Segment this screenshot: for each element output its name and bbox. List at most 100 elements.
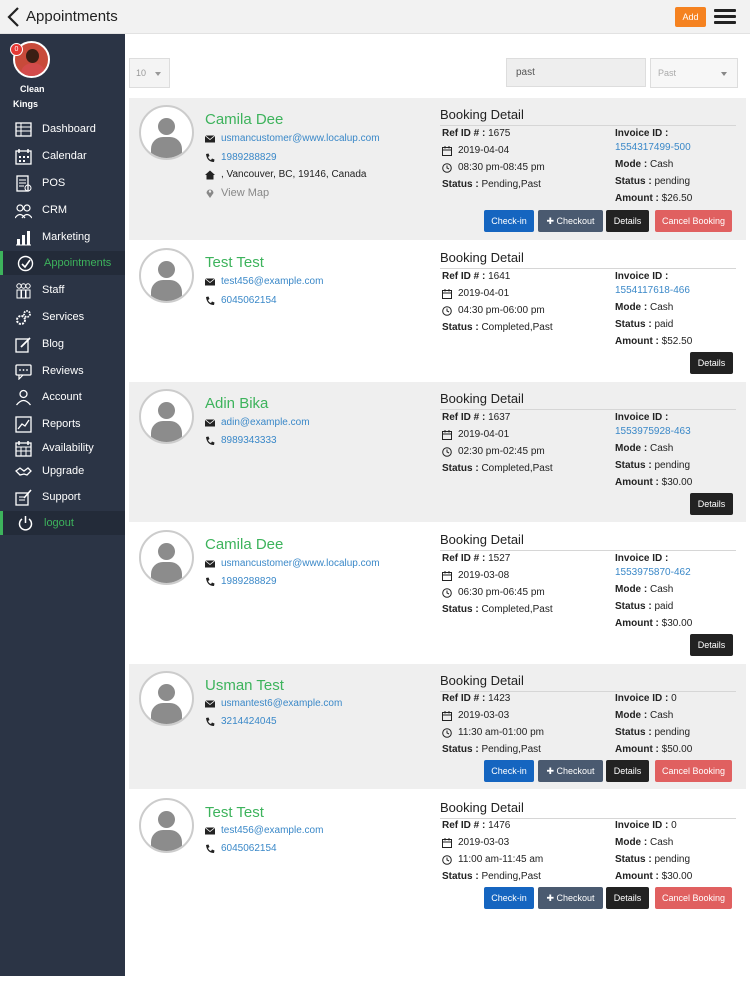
booking-detail-title: Booking Detail [440, 532, 524, 547]
status-row: Status : Pending,Past [442, 179, 541, 190]
pay-status-value: pending [654, 460, 691, 471]
sidebar-item-staff[interactable]: Staff [0, 278, 125, 302]
details-button[interactable]: Details [690, 352, 733, 374]
map-marker-icon [205, 188, 215, 198]
invoice-id-link[interactable]: 1554117618-466 [615, 285, 690, 296]
invoice-label-text: Invoice ID : [615, 128, 669, 139]
sidebar-item-calendar[interactable]: Calendar [0, 144, 125, 168]
customer-name[interactable]: Usman Test [205, 677, 284, 694]
checkout-button[interactable]: ✚ Checkout [538, 760, 603, 782]
customer-phone[interactable]: 1989288829 [221, 576, 277, 587]
customer-email[interactable]: test456@example.com [221, 825, 323, 836]
hamburger-menu-icon[interactable] [714, 9, 736, 24]
divider [440, 125, 736, 126]
amount-label: Amount : [615, 744, 659, 755]
sidebar-item-availability[interactable]: Availability [0, 436, 125, 460]
calendar-icon [442, 288, 452, 299]
invoice-label: Invoice ID : [615, 412, 668, 423]
date-row: 2019-03-03 [442, 710, 509, 721]
add-button[interactable]: Add [675, 7, 706, 27]
sidebar-item-support[interactable]: Support [0, 485, 125, 509]
status-label: Status : [442, 179, 479, 190]
invoice-id: Invoice ID : 0 [615, 820, 677, 831]
back-icon[interactable] [6, 6, 22, 28]
cancel-booking-button[interactable]: Cancel Booking [655, 760, 732, 782]
invoice-id-value: 0 [671, 820, 677, 831]
checkout-label: Checkout [556, 216, 595, 226]
customer-phone[interactable]: 6045062154 [221, 843, 277, 854]
phone-icon [205, 717, 215, 727]
sidebar-item-account[interactable]: Account [0, 385, 125, 409]
plus-icon: ✚ [546, 892, 557, 903]
details-button[interactable]: Details [690, 493, 733, 515]
customer-email[interactable]: adin@example.com [221, 417, 310, 428]
customer-address: , Vancouver, BC, 19146, Canada [221, 169, 367, 180]
sidebar-item-dashboard[interactable]: Dashboard [0, 117, 125, 141]
sidebar-item-reports[interactable]: Reports [0, 412, 125, 436]
check-in-button[interactable]: Check-in [484, 210, 534, 232]
sidebar-item-pos[interactable]: POS [0, 171, 125, 195]
details-button[interactable]: Details [690, 634, 733, 656]
customer-avatar [139, 798, 194, 853]
sidebar-item-crm[interactable]: CRM [0, 198, 125, 222]
sidebar-item-appointments[interactable]: Appointments [0, 251, 125, 275]
blog-icon [14, 335, 32, 353]
check-in-button[interactable]: Check-in [484, 760, 534, 782]
time-row: 11:30 am-01:00 pm [442, 727, 544, 738]
customer-name[interactable]: Camila Dee [205, 111, 283, 128]
customer-email[interactable]: usmantest6@example.com [221, 698, 342, 709]
customer-name[interactable]: Test Test [205, 254, 264, 271]
customer-email[interactable]: usmancustomer@www.localup.com [221, 558, 380, 569]
invoice-id-link[interactable]: 1553975870-462 [615, 567, 691, 578]
payment-status: Status : pending [615, 176, 690, 187]
divider [440, 818, 736, 819]
chevron-down-icon [721, 72, 727, 76]
payment-mode: Mode : Cash [615, 302, 673, 313]
details-button[interactable]: Details [606, 887, 649, 909]
sidebar-item-label: Upgrade [42, 465, 85, 477]
sidebar-item-label: Dashboard [42, 123, 96, 135]
page-size-select[interactable]: 10 [129, 58, 170, 88]
invoice-id-link[interactable]: 1554317499-500 [615, 142, 691, 153]
sidebar-item-marketing[interactable]: Marketing [0, 225, 125, 249]
payment-amount: Amount : $30.00 [615, 477, 692, 488]
invoice-label: Invoice ID : [615, 271, 668, 282]
status-row: Status : Completed,Past [442, 463, 553, 474]
chevron-down-icon [155, 72, 161, 76]
invoice-id-link[interactable]: 1553975928-463 [615, 426, 691, 437]
sidebar-item-blog[interactable]: Blog [0, 332, 125, 356]
check-circle-icon [16, 254, 34, 272]
invoice-id: Invoice ID : 0 [615, 693, 677, 704]
cancel-booking-button[interactable]: Cancel Booking [655, 210, 732, 232]
status-filter-select[interactable]: Past [650, 58, 738, 88]
checkout-button[interactable]: ✚ Checkout [538, 887, 603, 909]
sidebar-item-label: CRM [42, 204, 68, 216]
customer-name[interactable]: Test Test [205, 804, 264, 821]
check-in-button[interactable]: Check-in [484, 887, 534, 909]
customer-phone[interactable]: 1989288829 [221, 152, 277, 163]
customer-name[interactable]: Adin Bika [205, 395, 268, 412]
customer-email[interactable]: test456@example.com [221, 276, 323, 287]
view-map-link[interactable]: View Map [221, 187, 269, 199]
search-input[interactable] [506, 58, 646, 87]
customer-name[interactable]: Camila Dee [205, 536, 283, 553]
checkout-button[interactable]: ✚ Checkout [538, 210, 603, 232]
customer-phone[interactable]: 8989343333 [221, 435, 277, 446]
customer-phone[interactable]: 3214424045 [221, 716, 277, 727]
amount-value: $26.50 [661, 193, 693, 204]
ref-id-row: Ref ID # : 1675 [442, 128, 510, 139]
customer-phone[interactable]: 6045062154 [221, 295, 277, 306]
amount-label: Amount : [615, 193, 659, 204]
cancel-booking-button[interactable]: Cancel Booking [655, 887, 732, 909]
booking-time: 06:30 pm-06:45 pm [458, 587, 545, 598]
sidebar-item-services[interactable]: Services [0, 305, 125, 329]
details-button[interactable]: Details [606, 210, 649, 232]
envelope-icon [205, 699, 215, 709]
view-map-row[interactable]: View Map [205, 187, 269, 199]
sidebar-item-logout[interactable]: logout [0, 511, 125, 535]
sidebar-item-upgrade[interactable]: Upgrade [0, 459, 125, 483]
sidebar-item-reviews[interactable]: Reviews [0, 359, 125, 383]
invoice-label-text: Invoice ID : [615, 271, 669, 282]
customer-email[interactable]: usmancustomer@www.localup.com [221, 133, 380, 144]
details-button[interactable]: Details [606, 760, 649, 782]
